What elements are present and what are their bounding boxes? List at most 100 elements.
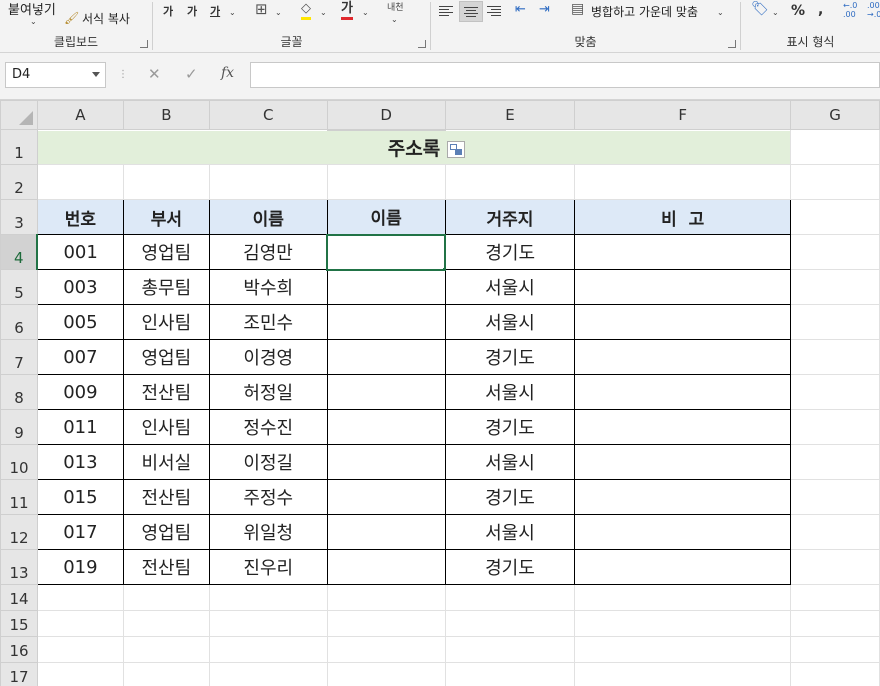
row-header[interactable]: 16 — [0, 636, 38, 663]
accounting-format-icon[interactable]: 🏷 — [751, 1, 769, 17]
data-cell[interactable]: 전산팀 — [122, 374, 210, 410]
align-center-icon[interactable] — [459, 1, 483, 22]
column-header-d[interactable]: D — [326, 100, 446, 131]
data-cell[interactable] — [574, 444, 792, 480]
data-cell[interactable]: 011 — [36, 409, 124, 445]
cell[interactable] — [444, 164, 576, 200]
data-cell[interactable]: 위일청 — [208, 514, 328, 550]
data-cell[interactable] — [574, 514, 792, 550]
align-right-icon[interactable] — [487, 4, 505, 18]
format-painter-icon[interactable]: 🖌 — [64, 10, 79, 26]
alignment-launcher-icon[interactable]: . — [728, 40, 736, 48]
header-cell[interactable]: 부서 — [122, 199, 210, 235]
cell[interactable] — [444, 636, 576, 663]
row-header[interactable]: 17 — [0, 662, 38, 686]
data-cell[interactable]: 017 — [36, 514, 124, 550]
data-cell[interactable]: 박수희 — [208, 269, 328, 305]
cell[interactable] — [790, 164, 880, 200]
cell[interactable] — [444, 662, 576, 686]
data-cell[interactable]: 조민수 — [208, 304, 328, 340]
merge-dropdown-icon[interactable]: ⌄ — [717, 3, 724, 21]
fill-color-icon[interactable]: ◇ — [301, 1, 311, 20]
cell[interactable] — [36, 662, 124, 686]
cell[interactable] — [790, 514, 880, 550]
name-box-dropdown-icon[interactable] — [92, 72, 100, 77]
cell[interactable] — [574, 610, 792, 637]
data-cell[interactable] — [574, 374, 792, 410]
cell[interactable] — [790, 444, 880, 480]
font-color-dropdown-icon[interactable]: ⌄ — [362, 3, 369, 21]
row-header[interactable]: 2 — [0, 164, 38, 200]
cell[interactable] — [790, 234, 880, 270]
cell[interactable] — [790, 269, 880, 305]
data-cell[interactable]: 영업팀 — [122, 234, 210, 270]
cell[interactable] — [790, 662, 880, 686]
cell[interactable] — [790, 199, 880, 235]
cell[interactable] — [122, 636, 210, 663]
column-header-c[interactable]: C — [208, 100, 328, 130]
data-cell[interactable]: 총무팀 — [122, 269, 210, 305]
cell[interactable] — [790, 374, 880, 410]
formula-input[interactable] — [250, 62, 880, 88]
data-cell[interactable] — [574, 234, 792, 270]
header-cell[interactable]: 비 고 — [574, 199, 792, 235]
row-header[interactable]: 4 — [0, 234, 39, 270]
row-header[interactable]: 1 — [0, 129, 38, 165]
data-cell[interactable] — [326, 549, 446, 585]
data-cell[interactable]: 019 — [36, 549, 124, 585]
cell[interactable] — [208, 584, 328, 611]
data-cell[interactable]: 007 — [36, 339, 124, 375]
data-cell[interactable]: 서울시 — [444, 374, 576, 410]
cell[interactable] — [574, 662, 792, 686]
cell[interactable] — [208, 662, 328, 686]
cell[interactable] — [36, 610, 124, 637]
data-cell[interactable] — [326, 444, 446, 480]
cell[interactable] — [790, 584, 880, 611]
data-cell[interactable] — [574, 304, 792, 340]
cell[interactable] — [790, 549, 880, 585]
paste-options-icon[interactable] — [447, 141, 465, 158]
data-cell[interactable]: 인사팀 — [122, 409, 210, 445]
cell[interactable] — [790, 479, 880, 515]
cell[interactable] — [790, 129, 880, 165]
row-header[interactable]: 13 — [0, 549, 38, 585]
data-cell[interactable]: 013 — [36, 444, 124, 480]
formula-bar-grip-icon[interactable]: ⋮ — [118, 69, 128, 80]
data-cell[interactable]: 003 — [36, 269, 124, 305]
accounting-dropdown-icon[interactable]: ⌄ — [772, 3, 779, 21]
phonetic-dropdown-icon[interactable]: ⌄ — [391, 10, 398, 28]
row-header[interactable]: 15 — [0, 610, 38, 637]
column-header-a[interactable]: A — [36, 100, 124, 130]
cell[interactable] — [574, 584, 792, 611]
font-dropdown-icon[interactable]: ⌄ — [229, 3, 236, 21]
cell[interactable] — [790, 304, 880, 340]
data-cell[interactable] — [326, 269, 446, 305]
cell[interactable] — [326, 636, 446, 663]
merge-center-button[interactable]: 병합하고 가운데 맞춤 — [591, 3, 698, 20]
decrease-indent-icon[interactable]: ⇤ — [515, 2, 526, 18]
data-cell[interactable] — [326, 514, 446, 550]
data-cell[interactable]: 서울시 — [444, 444, 576, 480]
data-cell[interactable]: 경기도 — [444, 549, 576, 585]
insert-function-button[interactable]: fx — [221, 65, 234, 81]
data-cell[interactable] — [326, 304, 446, 340]
data-cell[interactable]: 001 — [36, 234, 124, 270]
cell[interactable] — [574, 636, 792, 663]
data-cell[interactable]: 전산팀 — [122, 549, 210, 585]
column-header-g[interactable]: G — [790, 100, 880, 130]
data-cell[interactable]: 경기도 — [444, 479, 576, 515]
cell[interactable] — [36, 584, 124, 611]
cell[interactable] — [326, 584, 446, 611]
data-cell[interactable]: 이경영 — [208, 339, 328, 375]
format-painter-button[interactable]: 서식 복사 — [82, 10, 130, 27]
cell[interactable] — [790, 409, 880, 445]
decrease-font-icon[interactable]: 가 — [187, 4, 197, 20]
data-cell[interactable]: 이정길 — [208, 444, 328, 480]
data-cell[interactable]: 경기도 — [444, 339, 576, 375]
cell[interactable] — [326, 662, 446, 686]
data-cell[interactable]: 서울시 — [444, 304, 576, 340]
font-color-icon[interactable]: 가 — [341, 1, 353, 20]
cell[interactable] — [122, 662, 210, 686]
column-header-f[interactable]: F — [574, 100, 792, 130]
row-header[interactable]: 8 — [0, 374, 38, 410]
